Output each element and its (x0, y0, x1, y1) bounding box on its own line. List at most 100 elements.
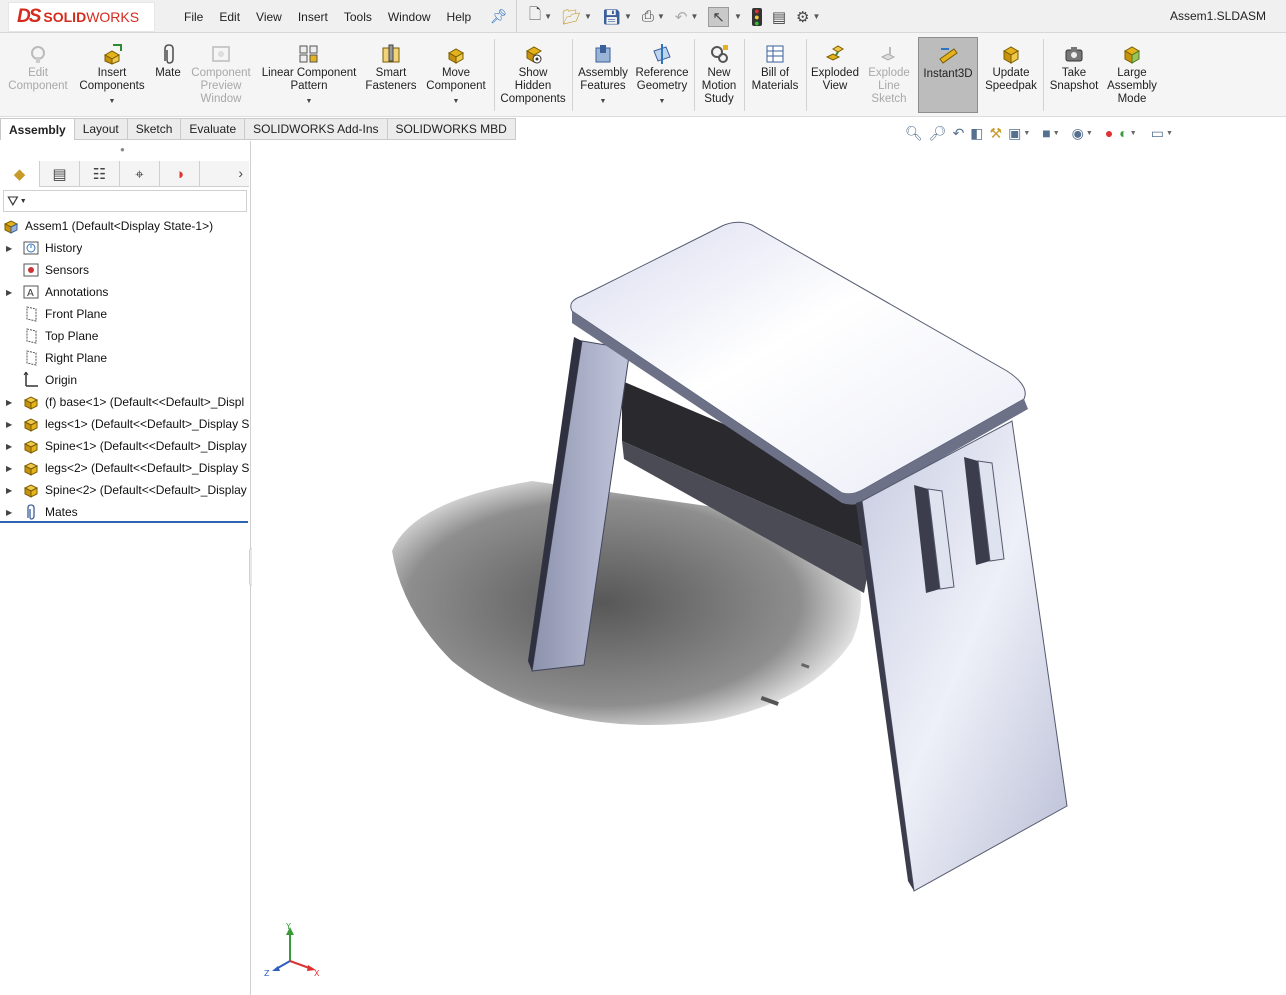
tab-layout[interactable]: Layout (74, 118, 128, 140)
tree-item-history[interactable]: ▶ History (0, 237, 249, 259)
graphics-area[interactable]: Y X Z (252, 141, 1286, 995)
tree-item-label: Origin (45, 373, 78, 387)
expand-arrow-icon[interactable]: ▶ (6, 398, 16, 407)
smart-fasteners-button[interactable]: Smart Fasteners (362, 37, 420, 113)
update-speedpak-button[interactable]: Update Speedpak (982, 37, 1040, 113)
exploded-view-button[interactable]: Exploded View (808, 37, 862, 113)
select-button[interactable]: ↖ (708, 6, 729, 27)
tab-evaluate[interactable]: Evaluate (181, 118, 246, 140)
new-document-button[interactable]: 🗋 ▼ (529, 4, 552, 29)
apply-scene-button[interactable]: ◐ ▼ (1119, 125, 1136, 141)
new-motion-study-button[interactable]: New Motion Study (698, 37, 740, 113)
open-button[interactable]: 📂︎ ▼ (562, 8, 592, 26)
save-button[interactable]: 💾︎ ▼ (602, 8, 632, 26)
view-orientation-button[interactable]: ▣ ▼ (1008, 125, 1030, 142)
menu-window[interactable]: Window (380, 10, 439, 24)
chevron-down-icon[interactable]: ▼ (600, 95, 607, 108)
expand-arrow-icon[interactable]: ▶ (6, 464, 16, 473)
tree-item-base-1[interactable]: ▶ (f) base<1> (Default<<Default>_Displ (0, 391, 249, 413)
tree-root-assembly[interactable]: Assem1 (Default<Display State-1>) (0, 215, 249, 237)
toolbar-separator (1043, 39, 1044, 111)
menu-file[interactable]: File (176, 10, 211, 24)
assembly-features-button[interactable]: Assembly Features ▼ (576, 37, 630, 113)
undo-icon: ↶ (674, 8, 688, 26)
tree-item-legs-1[interactable]: ▶ legs<1> (Default<<Default>_Display S (0, 413, 249, 435)
hide-show-items-button[interactable]: ◉ ▼ (1072, 125, 1093, 142)
reference-geometry-button[interactable]: Reference Geometry ▼ (632, 37, 692, 113)
select-dropdown[interactable]: ▼ (731, 12, 742, 21)
display-manager-icon: ◑ (174, 165, 185, 183)
section-view-button[interactable]: ◧ (970, 125, 983, 142)
solidworks-logo[interactable]: DS SOLIDWORKS (8, 2, 155, 32)
tree-item-annotations[interactable]: ▶ A Annotations (0, 281, 249, 303)
tab-sketch[interactable]: Sketch (127, 118, 182, 140)
zoom-to-area-button[interactable]: 🔎︎ (929, 125, 947, 142)
tree-item-origin[interactable]: Origin (0, 369, 249, 391)
options-button[interactable]: ⚙ ▼ (796, 8, 820, 26)
take-snapshot-button[interactable]: Take Snapshot (1046, 37, 1102, 113)
explode-line-sketch-button[interactable]: Explode Line Sketch (864, 37, 914, 113)
menu-help[interactable]: Help (439, 10, 480, 24)
tab-dimxpert-manager[interactable]: ⌖ (120, 161, 160, 187)
chevron-down-icon[interactable]: ▼ (109, 95, 116, 108)
edit-appearance-button[interactable]: ● (1105, 125, 1113, 141)
rebuild-button[interactable]: ● ● ● (751, 6, 762, 27)
expand-arrow-icon[interactable]: ▶ (6, 508, 16, 517)
tree-item-spine-1[interactable]: ▶ Spine<1> (Default<<Default>_Display (0, 435, 249, 457)
tab-display-manager[interactable]: ◑ (160, 161, 200, 187)
feature-manager-panel: ● ◆ ▤ ☷ ⌖ ◑ › ⛛ ▼ Assem1 (Default<Display… (0, 141, 251, 995)
menu-insert[interactable]: Insert (290, 10, 336, 24)
print-button[interactable]: ⎙ ▼ (642, 8, 665, 25)
tab-solidworks-add-ins[interactable]: SOLIDWORKS Add-Ins (245, 118, 388, 140)
zoom-to-fit-button[interactable]: 🔍︎ (905, 125, 923, 142)
insert-components-button[interactable]: Insert Components ▼ (78, 37, 146, 113)
tree-item-sensors[interactable]: Sensors (0, 259, 249, 281)
previous-view-button[interactable]: ↶ (953, 125, 965, 142)
tree-item-top-plane[interactable]: Top Plane (0, 325, 249, 347)
mate-button[interactable]: Mate (150, 37, 186, 113)
tab-assembly[interactable]: Assembly (0, 118, 75, 140)
show-hidden-components-button[interactable]: Show Hidden Components (498, 37, 568, 113)
feature-tree-filter[interactable]: ⛛ ▼ (3, 190, 247, 212)
panel-grip-icon[interactable]: ● (120, 145, 125, 154)
menu-edit[interactable]: Edit (211, 10, 248, 24)
expand-arrow-icon[interactable]: ▶ (6, 244, 16, 253)
chevron-down-icon: ▼ (812, 12, 821, 21)
chevron-right-icon[interactable]: › (238, 165, 243, 181)
move-component-button[interactable]: Move Component ▼ (422, 37, 490, 113)
menu-tools[interactable]: Tools (336, 10, 380, 24)
tree-item-right-plane[interactable]: Right Plane (0, 347, 249, 369)
tree-item-mates[interactable]: ▶ Mates (0, 501, 249, 523)
display-style-button[interactable]: ■ ▼ (1042, 125, 1059, 141)
plane-icon (22, 328, 40, 344)
tab-feature-manager[interactable]: ◆ (0, 161, 40, 187)
undo-button[interactable]: ↶ ▼ (675, 8, 699, 26)
instant3d-button[interactable]: Instant3D (918, 37, 978, 113)
stool-assembly-model[interactable] (252, 141, 1286, 995)
dynamic-annotation-views-button[interactable]: ⚒ (990, 125, 1003, 142)
tab-configuration-manager[interactable]: ☷ (80, 161, 120, 187)
pin-menu-icon[interactable]: 📌︎ (490, 8, 508, 25)
expand-arrow-icon[interactable]: ▶ (6, 442, 16, 451)
rollback-bar[interactable] (0, 521, 248, 523)
expand-arrow-icon[interactable]: ▶ (6, 288, 16, 297)
expand-arrow-icon[interactable]: ▶ (6, 486, 16, 495)
tree-item-legs-2[interactable]: ▶ legs<2> (Default<<Default>_Display S (0, 457, 249, 479)
tree-item-spine-2[interactable]: ▶ Spine<2> (Default<<Default>_Display (0, 479, 249, 501)
component-preview-window-button[interactable]: Component Preview Window (188, 37, 254, 113)
large-assembly-mode-button[interactable]: Large Assembly Mode (1104, 37, 1160, 113)
bill-of-materials-button[interactable]: Bill of Materials (748, 37, 802, 113)
tree-root-label: Assem1 (Default<Display State-1>) (25, 219, 214, 233)
tab-property-manager[interactable]: ▤ (40, 161, 80, 187)
chevron-down-icon[interactable]: ▼ (659, 95, 666, 108)
chevron-down-icon[interactable]: ▼ (453, 95, 460, 108)
edit-component-button[interactable]: Edit Component (4, 37, 72, 113)
file-properties-button[interactable]: ▤ (772, 8, 786, 26)
expand-arrow-icon[interactable]: ▶ (6, 420, 16, 429)
tree-item-front-plane[interactable]: Front Plane (0, 303, 249, 325)
tab-solidworks-mbd[interactable]: SOLIDWORKS MBD (387, 118, 516, 140)
chevron-down-icon[interactable]: ▼ (306, 95, 313, 108)
menu-view[interactable]: View (248, 10, 290, 24)
linear-component-pattern-button[interactable]: Linear Component Pattern ▼ (258, 37, 360, 113)
view-settings-button[interactable]: ▭ ▼ (1151, 125, 1173, 142)
